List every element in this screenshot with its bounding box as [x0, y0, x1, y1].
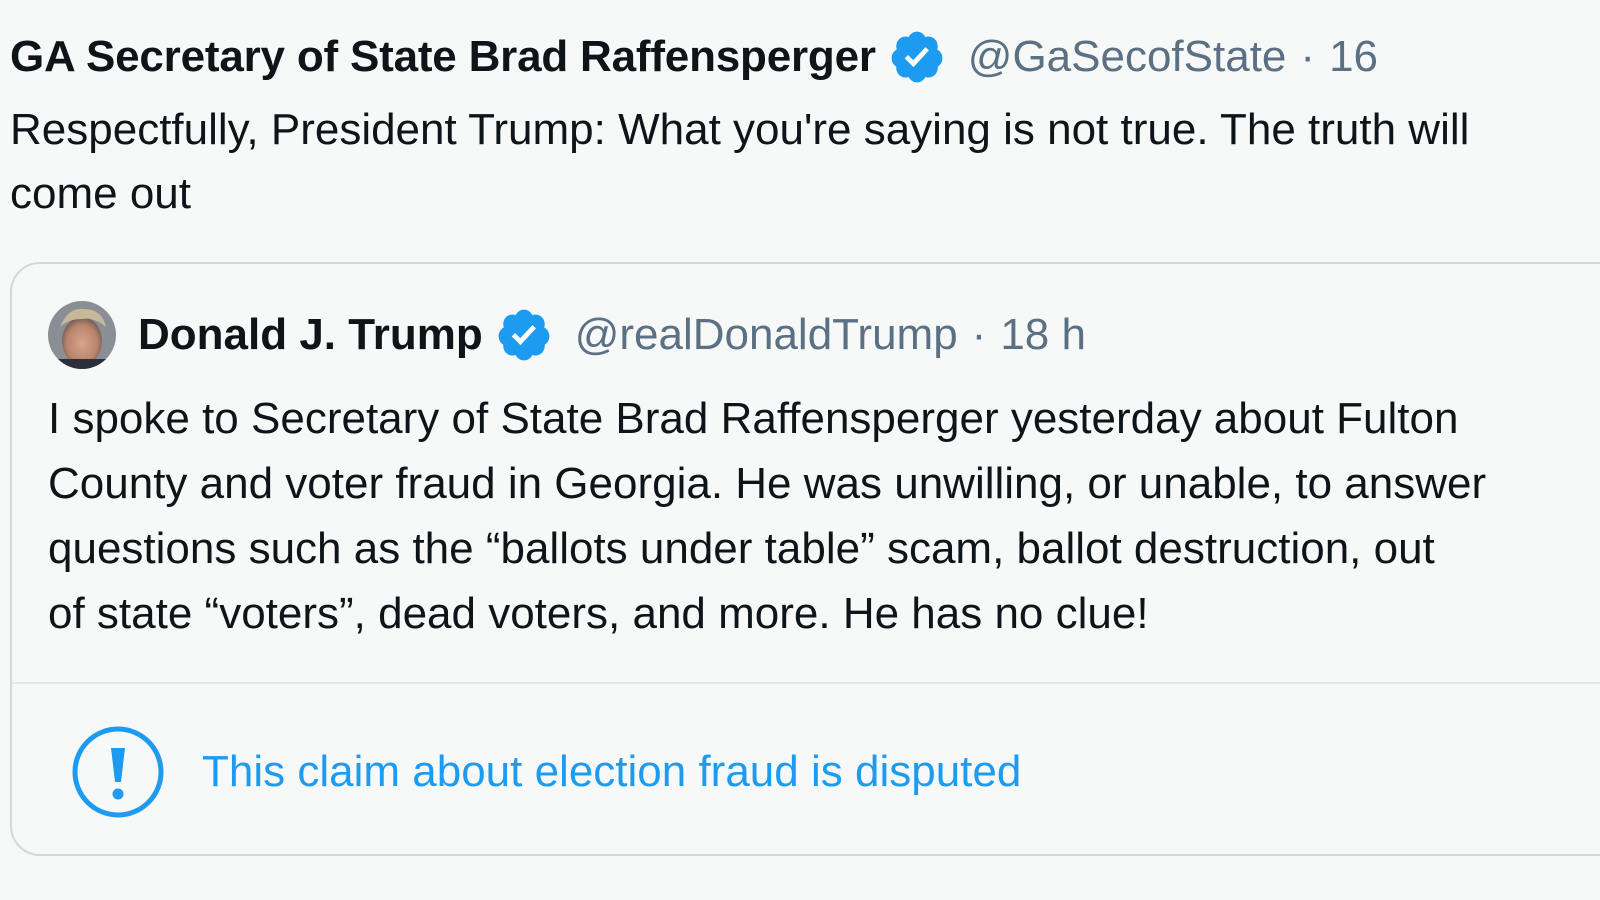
tweet-text-line: Respectfully, President Trump: What you'… — [10, 105, 1470, 154]
quoted-tweet-text: I spoke to Secretary of State Brad Raffe… — [48, 386, 1486, 646]
quoted-text-line: County and voter fraud in Georgia. He wa… — [48, 459, 1487, 508]
quoted-text-line: I spoke to Secretary of State Brad Raffe… — [48, 394, 1459, 443]
quoted-author-handle[interactable]: @realDonaldTrump — [575, 310, 958, 360]
quoted-tweet-header: Donald J. Trump @realDonaldTrump · 18 h — [48, 300, 1086, 370]
card-divider — [12, 682, 1600, 684]
disputed-claim-label[interactable]: This claim about election fraud is dispu… — [202, 747, 1021, 797]
tweet-text: Respectfully, President Trump: What you'… — [10, 98, 1600, 226]
header-separator: · — [971, 310, 987, 359]
main-tweet[interactable]: GA Secretary of State Brad Raffensperger… — [10, 26, 1600, 226]
quoted-text-line: of state “voters”, dead voters, and more… — [48, 589, 1149, 638]
quoted-author-display-name[interactable]: Donald J. Trump — [138, 310, 483, 360]
verified-badge-icon — [888, 28, 946, 86]
tweet-header: GA Secretary of State Brad Raffensperger… — [10, 26, 1600, 88]
quoted-tweet-card[interactable]: Donald J. Trump @realDonaldTrump · 18 h … — [10, 262, 1600, 856]
tweet-timestamp[interactable]: 16 — [1329, 32, 1378, 82]
author-handle[interactable]: @GaSecofState — [968, 32, 1287, 82]
exclamation-circle-icon — [70, 724, 166, 820]
header-separator: · — [1300, 32, 1316, 81]
tweet-text-line: come out — [10, 169, 191, 218]
author-display-name[interactable]: GA Secretary of State Brad Raffensperger — [10, 32, 876, 82]
verified-badge-icon — [495, 306, 553, 364]
disputed-claim-notice-link[interactable]: This claim about election fraud is dispu… — [70, 724, 1021, 820]
quoted-tweet-timestamp[interactable]: 18 h — [1000, 310, 1086, 360]
avatar[interactable] — [48, 301, 116, 369]
quoted-text-line: questions such as the “ballots under tab… — [48, 524, 1435, 573]
